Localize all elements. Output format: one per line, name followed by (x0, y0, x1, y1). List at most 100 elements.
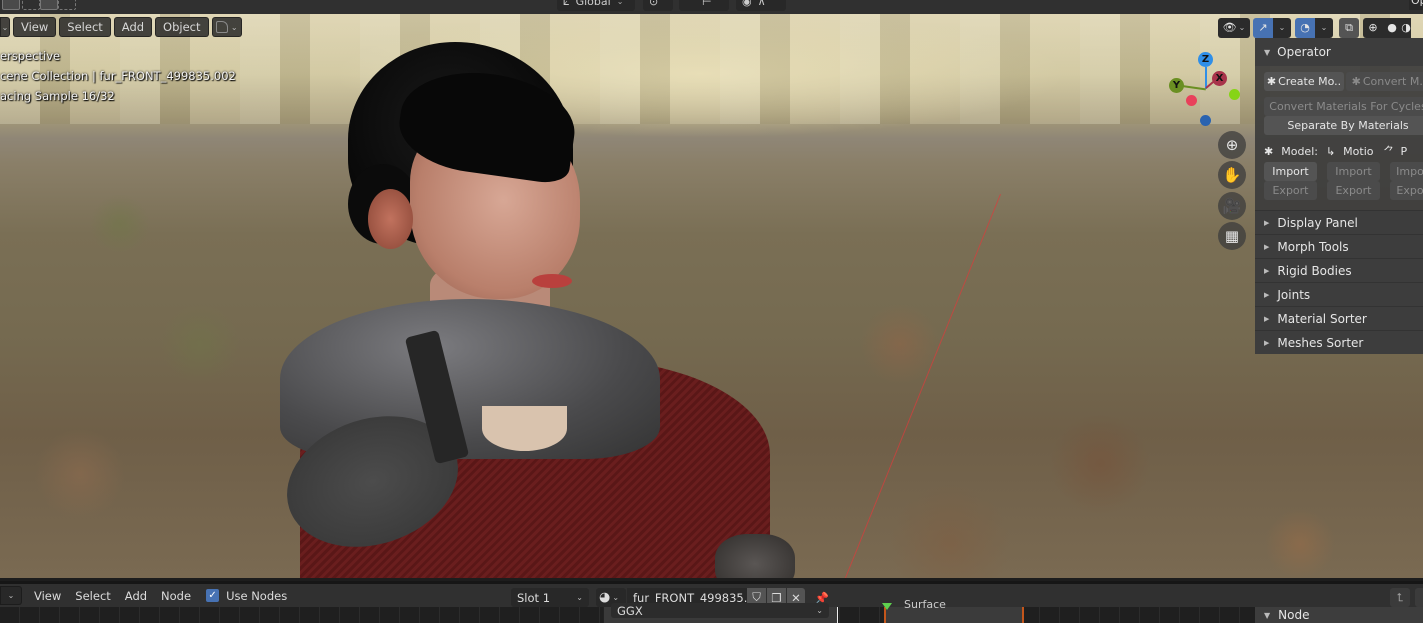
create-model-button[interactable]: ✱ Create Mo.. (1264, 72, 1344, 91)
overlays-toggle[interactable]: ◔ (1295, 17, 1315, 38)
visibility-dropdown[interactable]: 👁 ⌄ (1218, 17, 1250, 38)
add-menu[interactable]: Add (113, 17, 153, 37)
curve-dropdown[interactable]: ⌄ (211, 17, 242, 37)
gizmo-dropdown[interactable]: ⌄ (1273, 17, 1291, 38)
export-model-button[interactable]: Export (1264, 181, 1317, 200)
neg-x-axis-dot[interactable] (1186, 95, 1197, 106)
use-nodes-label: Use Nodes (226, 588, 288, 603)
camera-view-button[interactable]: 🎥 (1218, 192, 1246, 220)
view-menu[interactable]: View (13, 17, 57, 37)
model-figure-icon: ✱ (1264, 144, 1274, 158)
model-figure-icon: ✱ (1351, 75, 1361, 88)
chevron-down-icon: ⌄ (1238, 23, 1246, 32)
joints-section[interactable]: ▶ Joints (1255, 282, 1423, 306)
select-mode-intersect-icon[interactable] (58, 0, 76, 10)
select-menu[interactable]: Select (59, 17, 111, 37)
material-sphere-icon: ◕ (599, 590, 611, 605)
operator-tab[interactable]: Op (1409, 0, 1423, 10)
snap-magnet-icon: ⌒ (685, 0, 696, 9)
checkmark-icon: ✓ (208, 590, 217, 601)
node-node-menu[interactable]: Node (154, 589, 198, 603)
overlays-dropdown[interactable]: ⌄ (1315, 17, 1333, 38)
node-select-menu[interactable]: Select (68, 589, 117, 603)
arrow-up-icon: ⮤ (1396, 590, 1404, 604)
chevron-down-icon: ⌄ (816, 606, 823, 615)
sidebar-panel: ▼ Operator ✱ Create Mo.. ✱ Convert M.. C… (1255, 38, 1423, 354)
gizmo-toggle[interactable]: ↗ (1253, 17, 1273, 38)
surface-socket[interactable] (882, 603, 892, 610)
navigation-gizmo[interactable]: Z X Y (1160, 45, 1255, 135)
export-pose-button[interactable]: Expo (1390, 181, 1423, 200)
export-motion-button[interactable]: Export (1327, 181, 1380, 200)
operator-panel-header[interactable]: ▼ Operator (1255, 38, 1423, 66)
eye-icon: 👁 (1222, 21, 1237, 34)
proportional-edit-dropdown[interactable]: ◉ ∧ (736, 0, 786, 11)
morph-tools-section[interactable]: ▶ Morph Tools (1255, 234, 1423, 258)
rigid-bodies-section[interactable]: ▶ Rigid Bodies (1255, 258, 1423, 282)
meshes-sorter-section[interactable]: ▶ Meshes Sorter (1255, 330, 1423, 354)
convert-model-button[interactable]: ✱ Convert M.. (1346, 72, 1423, 91)
ortho-toggle-button[interactable]: ▦ (1218, 222, 1246, 250)
x-axis-ball[interactable]: X (1212, 71, 1227, 86)
material-shading-button[interactable]: ◑ (1401, 17, 1411, 38)
xray-icon: ⧉ (1345, 20, 1353, 34)
use-nodes-checkbox[interactable]: ✓ (206, 589, 220, 602)
y-axis-line (1181, 85, 1206, 91)
chevron-down-icon: ⌄ (1, 22, 9, 32)
transform-orientation-dropdown[interactable]: ⟀ Global ⌄ (557, 0, 635, 11)
convert-materials-button[interactable]: Convert Materials For Cycles (1264, 97, 1423, 116)
expand-triangle-icon: ▶ (1264, 218, 1270, 227)
wireframe-sphere-icon: ⊕ (1368, 21, 1378, 34)
motion-arrow-icon: ↳ (1325, 144, 1336, 158)
import-pose-button[interactable]: Impo (1390, 162, 1423, 181)
solid-shading-button[interactable]: ● (1383, 17, 1401, 38)
pivot-point-dropdown[interactable]: ⊙ (643, 0, 673, 11)
snap-dropdown[interactable]: ⌒ ⊢ (679, 0, 729, 11)
expand-triangle-icon: ▶ (1264, 290, 1270, 299)
import-model-button[interactable]: Import (1264, 162, 1317, 181)
character-lips (532, 274, 572, 288)
chevron-down-icon: ⌄ (612, 593, 620, 602)
chevron-down-icon: ⌄ (1278, 23, 1286, 32)
node-add-menu[interactable]: Add (118, 589, 154, 603)
pan-hand-icon: ✋ (1222, 166, 1242, 184)
proportional-edit-icon: ◉ (742, 0, 752, 8)
select-mode-subtract-icon[interactable] (40, 0, 58, 10)
chevron-down-icon: ⌄ (576, 593, 583, 602)
snap-increment-icon: ⊢ (702, 0, 712, 8)
y-axis-ball[interactable]: Y (1169, 78, 1184, 93)
expand-triangle-icon: ▶ (1264, 338, 1270, 347)
xray-toggle[interactable]: ⧉ (1339, 17, 1359, 38)
node-editor-extra-button[interactable] (1415, 588, 1423, 607)
wireframe-shading-button[interactable]: ⊕ (1363, 17, 1383, 38)
editor-type-dropdown[interactable]: ⌄ (0, 17, 10, 37)
view-mode-text: erspective (0, 49, 61, 63)
material-slot-dropdown[interactable]: Slot 1 ⌄ (511, 588, 589, 607)
display-panel-section[interactable]: ▶ Display Panel (1255, 210, 1423, 234)
select-mode-new-icon[interactable] (2, 0, 20, 10)
parent-node-tree-button[interactable]: ⮤ (1390, 588, 1410, 607)
neg-y-axis-dot[interactable] (1229, 89, 1240, 100)
neg-z-axis-dot[interactable] (1200, 115, 1211, 126)
import-motion-button[interactable]: Import (1327, 162, 1380, 181)
collapse-triangle-icon: ▼ (1264, 47, 1271, 57)
expand-triangle-icon: ▶ (1264, 314, 1270, 323)
chevron-down-icon: ⌄ (7, 591, 15, 600)
node-view-menu[interactable]: View (27, 589, 68, 603)
render-status-text: acing Sample 16/32 (0, 89, 115, 103)
top-header: ⟀ Global ⌄ ⊙ ⌒ ⊢ ◉ ∧ Op (0, 0, 1423, 14)
pan-view-button[interactable]: ✋ (1218, 161, 1246, 189)
material-sorter-section[interactable]: ▶ Material Sorter (1255, 306, 1423, 330)
separate-by-materials-button[interactable]: Separate By Materials (1264, 116, 1423, 135)
node-sidebar-header[interactable]: ▼ Node (1255, 607, 1423, 623)
node-editor-type-dropdown[interactable]: ⌄ (0, 586, 22, 605)
zoom-icon: ⊕ (1225, 136, 1239, 154)
select-mode-extend-icon[interactable] (22, 0, 40, 10)
expand-triangle-icon: ▶ (1264, 266, 1270, 275)
object-menu[interactable]: Object (155, 17, 209, 37)
z-axis-ball[interactable]: Z (1198, 52, 1213, 67)
distribution-dropdown[interactable]: GGX ⌄ (611, 603, 829, 618)
falloff-curve-icon: ∧ (757, 0, 766, 8)
character-glove (715, 534, 795, 578)
zoom-view-button[interactable]: ⊕ (1218, 131, 1246, 159)
